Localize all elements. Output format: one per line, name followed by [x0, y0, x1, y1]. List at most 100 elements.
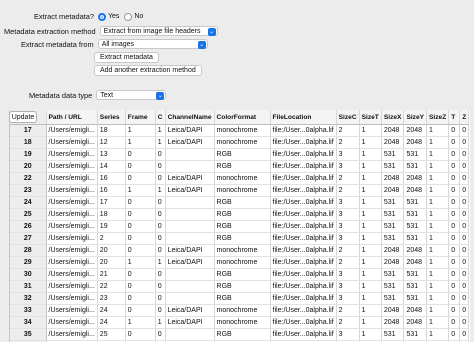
extraction-method-select[interactable]: Extract from image file headers ⌄	[99, 26, 218, 36]
table-cell: 531	[381, 328, 405, 341]
radio-no[interactable]	[124, 12, 133, 21]
row-number[interactable]: 23	[10, 184, 47, 197]
column-header[interactable]: ChannelName	[165, 110, 215, 125]
table-row[interactable]: 19/Users/emigli... 13 0 0 RGB file:/User...0a…	[10, 148, 470, 161]
table-row[interactable]: 27/Users/emigli... 2 0 0 RGB file:/User...0al…	[10, 232, 470, 245]
table-row[interactable]: 22/Users/emigli... 16 0 0 Leica/DAPI monochro…	[10, 172, 470, 185]
table-row[interactable]: 23/Users/emigli... 16 1 1 Leica/DAPI monochro…	[10, 184, 470, 197]
column-header[interactable]: Series	[97, 110, 126, 125]
row-number[interactable]: 32	[10, 292, 47, 305]
table-row[interactable]: 32/Users/emigli... 23 0 0 RGB file:/User...0a…	[10, 292, 470, 305]
table-cell: 0	[125, 244, 156, 257]
table-cell: file:/User...0alpha.lif	[270, 136, 337, 149]
column-header[interactable]: SizeC	[336, 110, 360, 125]
row-number[interactable]: 24	[10, 196, 47, 209]
table-cell: 0	[125, 196, 156, 209]
table-cell: 531	[403, 220, 428, 233]
add-extraction-method-button[interactable]: Add another extraction method	[94, 65, 202, 76]
table-row[interactable]: 26/Users/emigli... 19 0 0 RGB file:/User...0a…	[10, 220, 470, 233]
table-cell: 531	[403, 196, 428, 209]
table-cell: 531	[381, 280, 405, 293]
table-cell: 2048	[403, 172, 428, 185]
column-header[interactable]: FileLocation	[270, 110, 337, 125]
extract-from-select[interactable]: All images ⌄	[97, 39, 208, 49]
column-header[interactable]: Path / URL	[46, 110, 98, 125]
table-row[interactable]: 34/Users/emigli... 24 1 1 Leica/DAPI monochro…	[10, 316, 470, 329]
row-number[interactable]: 35	[10, 328, 47, 341]
row-number[interactable]: 33	[10, 304, 47, 317]
column-header[interactable]: SizeT	[359, 110, 382, 125]
column-header[interactable]: Z	[459, 110, 470, 125]
row-number[interactable]: 26	[10, 220, 47, 233]
data-type-select[interactable]: Text ⌄	[96, 90, 167, 100]
row-number[interactable]: 27	[10, 232, 47, 245]
table-cell: 0	[448, 268, 461, 281]
column-header[interactable]: ColorFormat	[214, 110, 271, 125]
table-row[interactable]: 28/Users/emigli... 20 0 0 Leica/DAPI monochro…	[10, 244, 470, 257]
data-type-value: Text	[100, 91, 114, 99]
column-header[interactable]: C	[155, 110, 166, 125]
table-cell: 1	[359, 292, 382, 305]
column-header[interactable]: SizeY	[403, 110, 428, 125]
row-number[interactable]: 18	[10, 136, 47, 149]
column-header[interactable]: SizeZ	[426, 110, 450, 125]
table-row[interactable]: 24/Users/emigli... 17 0 0 RGB file:/User...0a…	[10, 196, 470, 209]
row-number[interactable]: 30	[10, 268, 47, 281]
table-cell: 531	[403, 328, 428, 341]
table-cell: /Users/emigli...	[46, 124, 98, 137]
table-row[interactable]: 25/Users/emigli... 18 0 0 RGB file:/User...0a…	[10, 208, 470, 221]
table-cell: 531	[381, 292, 405, 305]
table-cell: 1	[426, 328, 450, 341]
table-cell: 3	[336, 292, 360, 305]
table-cell: 2048	[381, 256, 405, 269]
table-cell: RGB	[214, 196, 271, 209]
row-number[interactable]: 17	[10, 124, 47, 137]
table-cell: 2	[336, 136, 360, 149]
row-number[interactable]: 25	[10, 208, 47, 221]
table-cell: 0	[448, 292, 461, 305]
update-button[interactable]: Update	[9, 111, 37, 123]
table-cell: file:/User...0alpha.lif	[270, 196, 337, 209]
table-cell: 0	[459, 256, 470, 269]
table-row[interactable]: 17/Users/emigli... 18 1 1 Leica/DAPI monochro…	[10, 124, 470, 137]
table-cell: 2048	[403, 184, 428, 197]
table-row[interactable]: 31/Users/emigli... 22 0 0 RGB file:/User...0a…	[10, 280, 470, 293]
table-cell: 531	[381, 268, 405, 281]
table-cell: 1	[426, 292, 450, 305]
extraction-method-row: Metadata extraction method Extract from …	[4, 26, 218, 36]
table-cell: 0	[155, 172, 166, 185]
row-number[interactable]: 19	[10, 148, 47, 161]
extract-metadata-button[interactable]: Extract metadata	[94, 52, 159, 63]
table-row[interactable]: 33/Users/emigli... 24 0 0 Leica/DAPI monochro…	[10, 304, 470, 317]
table-row[interactable]: 35/Users/emigli... 25 0 0 RGB file:/User...0a…	[10, 328, 470, 341]
row-number[interactable]: 34	[10, 316, 47, 329]
column-header[interactable]: T	[448, 110, 461, 125]
column-header[interactable]: SizeX	[381, 110, 405, 125]
table-cell: 531	[403, 292, 428, 305]
row-number[interactable]: 31	[10, 280, 47, 293]
row-number[interactable]: 28	[10, 244, 47, 257]
table-cell: /Users/emigli...	[46, 316, 98, 329]
radio-yes-label[interactable]: Yes	[108, 13, 119, 20]
table-cell	[165, 232, 215, 245]
table-cell: 1	[426, 124, 450, 137]
table-cell: 531	[381, 220, 405, 233]
table-cell	[165, 292, 215, 305]
table-cell: 531	[381, 208, 405, 221]
table-row[interactable]: 20/Users/emigli... 14 0 0 RGB file:/User...0a…	[10, 160, 470, 173]
table-cell: 2	[336, 316, 360, 329]
table-cell: 0	[125, 328, 156, 341]
table-row[interactable]: 18/Users/emigli... 12 1 1 Leica/DAPI monochro…	[10, 136, 470, 149]
radio-yes[interactable]	[97, 12, 106, 21]
table-row[interactable]: 29/Users/emigli... 20 1 1 Leica/DAPI monochro…	[10, 256, 470, 269]
table-cell: 0	[459, 268, 470, 281]
row-number[interactable]: 20	[10, 160, 47, 173]
row-number[interactable]: 29	[10, 256, 47, 269]
column-header[interactable]: Frame	[125, 110, 156, 125]
table-cell: /Users/emigli...	[46, 160, 98, 173]
radio-no-label[interactable]: No	[134, 13, 143, 20]
table-row[interactable]: 30/Users/emigli... 21 0 0 RGB file:/User...0a…	[10, 268, 470, 281]
table-cell: monochrome	[214, 124, 271, 137]
table-cell: 1	[426, 220, 450, 233]
row-number[interactable]: 22	[10, 172, 47, 185]
